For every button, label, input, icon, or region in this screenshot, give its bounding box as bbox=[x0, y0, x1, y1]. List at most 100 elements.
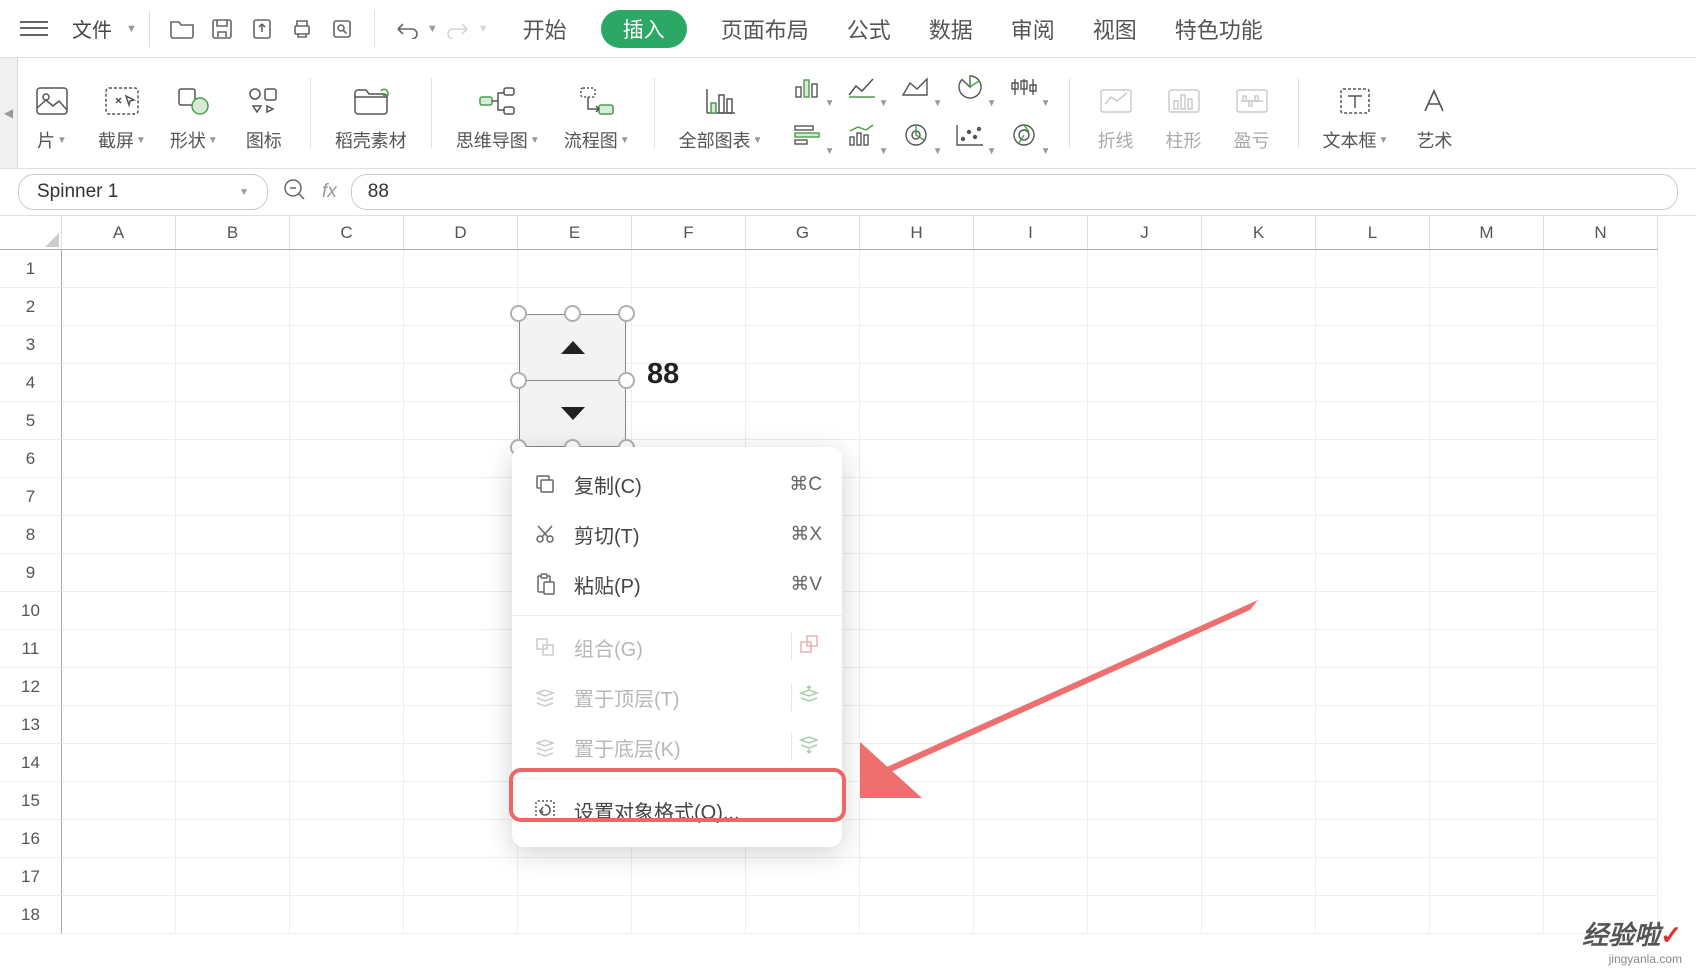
cell[interactable] bbox=[974, 326, 1088, 364]
cell[interactable] bbox=[1088, 744, 1202, 782]
cell[interactable] bbox=[1316, 744, 1430, 782]
cell[interactable] bbox=[1316, 782, 1430, 820]
cell[interactable] bbox=[1544, 706, 1658, 744]
cell[interactable] bbox=[62, 706, 176, 744]
cell[interactable] bbox=[404, 820, 518, 858]
row-header[interactable]: 7 bbox=[0, 478, 62, 516]
mindmap-button[interactable]: 思维导图▼ bbox=[456, 79, 540, 153]
row-header[interactable]: 8 bbox=[0, 516, 62, 554]
cell[interactable] bbox=[62, 250, 176, 288]
cell[interactable] bbox=[860, 706, 974, 744]
cell[interactable] bbox=[746, 250, 860, 288]
cell[interactable] bbox=[632, 402, 746, 440]
cell[interactable] bbox=[860, 668, 974, 706]
cell[interactable] bbox=[860, 554, 974, 592]
docer-button[interactable]: 稻壳素材 bbox=[335, 79, 407, 153]
row-header[interactable]: 17 bbox=[0, 858, 62, 896]
column-header[interactable]: F bbox=[632, 216, 746, 250]
cell[interactable] bbox=[632, 288, 746, 326]
cell[interactable] bbox=[404, 554, 518, 592]
all-charts-button[interactable]: 全部图表▼ bbox=[679, 79, 763, 153]
cell[interactable] bbox=[974, 478, 1088, 516]
tab-insert[interactable]: 插入 bbox=[601, 10, 687, 48]
tab-view[interactable]: 视图 bbox=[1089, 13, 1141, 45]
cell[interactable] bbox=[176, 706, 290, 744]
row-header[interactable]: 16 bbox=[0, 820, 62, 858]
wordart-button[interactable]: 艺术 bbox=[1412, 79, 1456, 153]
cell[interactable] bbox=[1430, 820, 1544, 858]
cell[interactable] bbox=[404, 440, 518, 478]
cell[interactable] bbox=[1202, 402, 1316, 440]
column-header[interactable]: B bbox=[176, 216, 290, 250]
cell[interactable] bbox=[290, 782, 404, 820]
cell[interactable] bbox=[176, 896, 290, 934]
spinner-down-button[interactable] bbox=[520, 381, 625, 447]
sparkline-column-button[interactable]: 柱形 bbox=[1162, 79, 1206, 153]
row-header[interactable]: 13 bbox=[0, 706, 62, 744]
cell[interactable] bbox=[62, 478, 176, 516]
cell[interactable] bbox=[1316, 858, 1430, 896]
cell[interactable] bbox=[290, 896, 404, 934]
cell[interactable] bbox=[404, 402, 518, 440]
selection-handle[interactable] bbox=[510, 372, 527, 389]
cell[interactable] bbox=[1088, 668, 1202, 706]
column-header[interactable]: I bbox=[974, 216, 1088, 250]
cell[interactable] bbox=[1088, 440, 1202, 478]
cell[interactable] bbox=[974, 744, 1088, 782]
cell[interactable] bbox=[974, 630, 1088, 668]
cell[interactable] bbox=[1316, 440, 1430, 478]
cell[interactable] bbox=[974, 706, 1088, 744]
cell[interactable] bbox=[176, 668, 290, 706]
cell[interactable] bbox=[290, 364, 404, 402]
chart-bar-icon[interactable]: ▼ bbox=[783, 65, 833, 109]
cell[interactable] bbox=[746, 326, 860, 364]
row-header[interactable]: 15 bbox=[0, 782, 62, 820]
cell[interactable] bbox=[1544, 250, 1658, 288]
cell[interactable] bbox=[1544, 554, 1658, 592]
cell[interactable] bbox=[518, 896, 632, 934]
cell[interactable] bbox=[1088, 706, 1202, 744]
cell[interactable] bbox=[62, 820, 176, 858]
cell[interactable] bbox=[404, 706, 518, 744]
spinner-control[interactable] bbox=[519, 314, 626, 447]
cell[interactable] bbox=[974, 440, 1088, 478]
cell[interactable] bbox=[974, 896, 1088, 934]
cell[interactable] bbox=[974, 402, 1088, 440]
cell[interactable] bbox=[1430, 288, 1544, 326]
cell[interactable] bbox=[62, 896, 176, 934]
cell[interactable] bbox=[1430, 706, 1544, 744]
cell[interactable] bbox=[1202, 440, 1316, 478]
cell[interactable] bbox=[860, 440, 974, 478]
left-expand-handle[interactable]: ◀ bbox=[0, 58, 18, 168]
tab-start[interactable]: 开始 bbox=[519, 13, 571, 45]
cell[interactable] bbox=[1316, 250, 1430, 288]
ctx-copy[interactable]: 复制(C) ⌘C bbox=[512, 459, 842, 509]
cell[interactable] bbox=[746, 364, 860, 402]
cell[interactable] bbox=[1544, 364, 1658, 402]
cell[interactable] bbox=[404, 630, 518, 668]
chart-pie-icon[interactable]: ▼ bbox=[945, 65, 995, 109]
cell[interactable] bbox=[974, 516, 1088, 554]
cell[interactable] bbox=[746, 288, 860, 326]
name-box[interactable]: Spinner 1 ▼ bbox=[18, 174, 268, 210]
cell[interactable] bbox=[290, 554, 404, 592]
cell[interactable] bbox=[1202, 782, 1316, 820]
cell[interactable] bbox=[1202, 288, 1316, 326]
chart-more-icon[interactable]: ▼ bbox=[999, 113, 1049, 157]
redo-icon[interactable] bbox=[438, 9, 478, 49]
cell[interactable] bbox=[404, 326, 518, 364]
cell[interactable] bbox=[1544, 858, 1658, 896]
cell[interactable] bbox=[1316, 592, 1430, 630]
cell[interactable] bbox=[1430, 630, 1544, 668]
cell[interactable] bbox=[1088, 478, 1202, 516]
selection-handle[interactable] bbox=[564, 305, 581, 322]
cell[interactable] bbox=[290, 440, 404, 478]
save-icon[interactable] bbox=[202, 9, 242, 49]
cell[interactable] bbox=[1316, 516, 1430, 554]
open-icon[interactable] bbox=[162, 9, 202, 49]
row-header[interactable]: 11 bbox=[0, 630, 62, 668]
cell[interactable] bbox=[1430, 478, 1544, 516]
column-header[interactable]: N bbox=[1544, 216, 1658, 250]
column-header[interactable]: C bbox=[290, 216, 404, 250]
cell[interactable] bbox=[290, 402, 404, 440]
